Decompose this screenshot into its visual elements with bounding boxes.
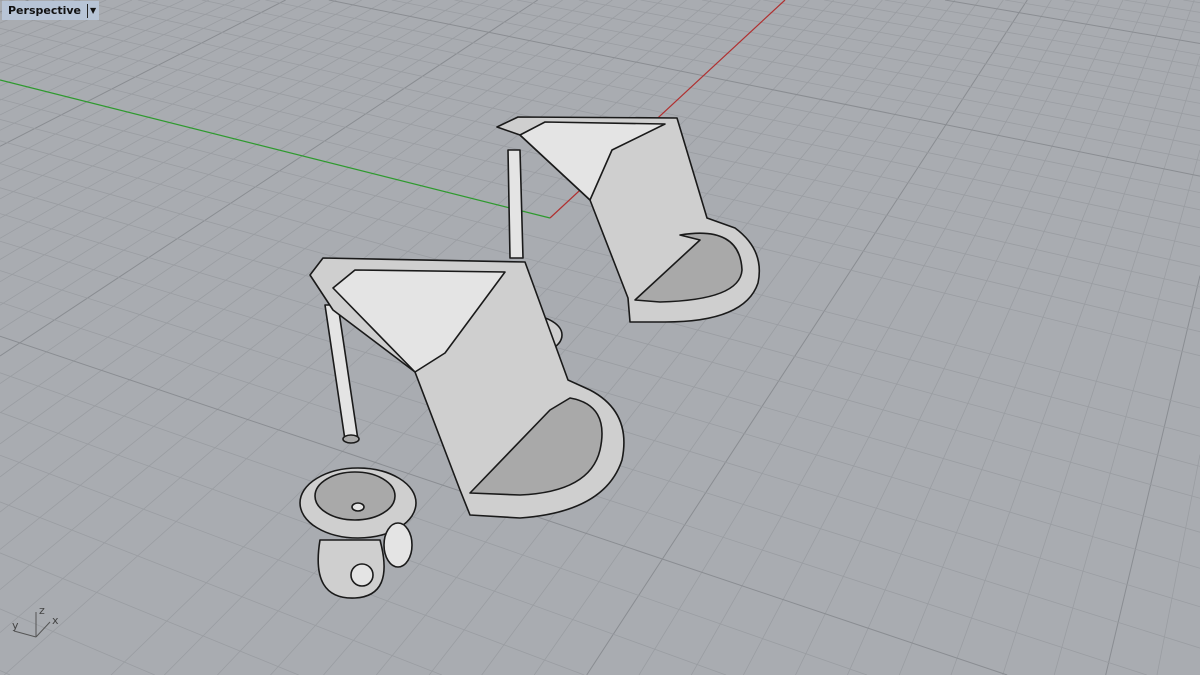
- grid-line-major: [328, 0, 1200, 177]
- grid-line-minor: [884, 0, 1200, 55]
- grid-line-minor: [702, 0, 1200, 91]
- axis-label-y: y: [12, 619, 19, 632]
- grid-line-major: [586, 0, 1028, 675]
- y-axis-line: [0, 79, 551, 219]
- grid-line-minor: [0, 608, 155, 675]
- grid-line-minor: [1156, 454, 1200, 675]
- divider: [87, 3, 89, 18]
- grid-line-minor: [516, 0, 1200, 132]
- grid-line-minor: [690, 0, 1076, 675]
- music-note-model-front: [299, 257, 625, 599]
- grid-line-minor: [0, 552, 299, 675]
- triangle-down-icon[interactable]: ▼: [90, 6, 96, 15]
- grid-line-major: [0, 0, 286, 147]
- grid-line-minor: [1002, 56, 1200, 675]
- grid-line-minor: [1064, 0, 1200, 23]
- grid-line-minor: [1183, 0, 1200, 4]
- grid-line-minor: [0, 0, 463, 283]
- grid-line-minor: [795, 0, 1124, 675]
- grid-line-minor: [0, 0, 362, 200]
- grid-line-minor: [638, 0, 1052, 675]
- viewport-title-tab[interactable]: Perspective ▼: [2, 1, 100, 20]
- axis-label-x: x: [52, 614, 59, 627]
- grid-line-minor: [847, 0, 1148, 675]
- perspective-viewport[interactable]: z x y: [0, 0, 1200, 675]
- grid-line-minor: [1053, 149, 1200, 675]
- grid-line-minor: [950, 0, 1195, 675]
- axis-label-z: z: [39, 604, 45, 617]
- viewport-title[interactable]: Perspective: [8, 4, 81, 17]
- construction-grid: [0, 0, 1200, 675]
- grid-line-minor: [1124, 0, 1200, 13]
- grid-line-minor: [533, 0, 1004, 675]
- grid-line-major: [1105, 275, 1200, 675]
- grid-line-minor: [201, 0, 1200, 211]
- grid-line-minor: [0, 0, 413, 239]
